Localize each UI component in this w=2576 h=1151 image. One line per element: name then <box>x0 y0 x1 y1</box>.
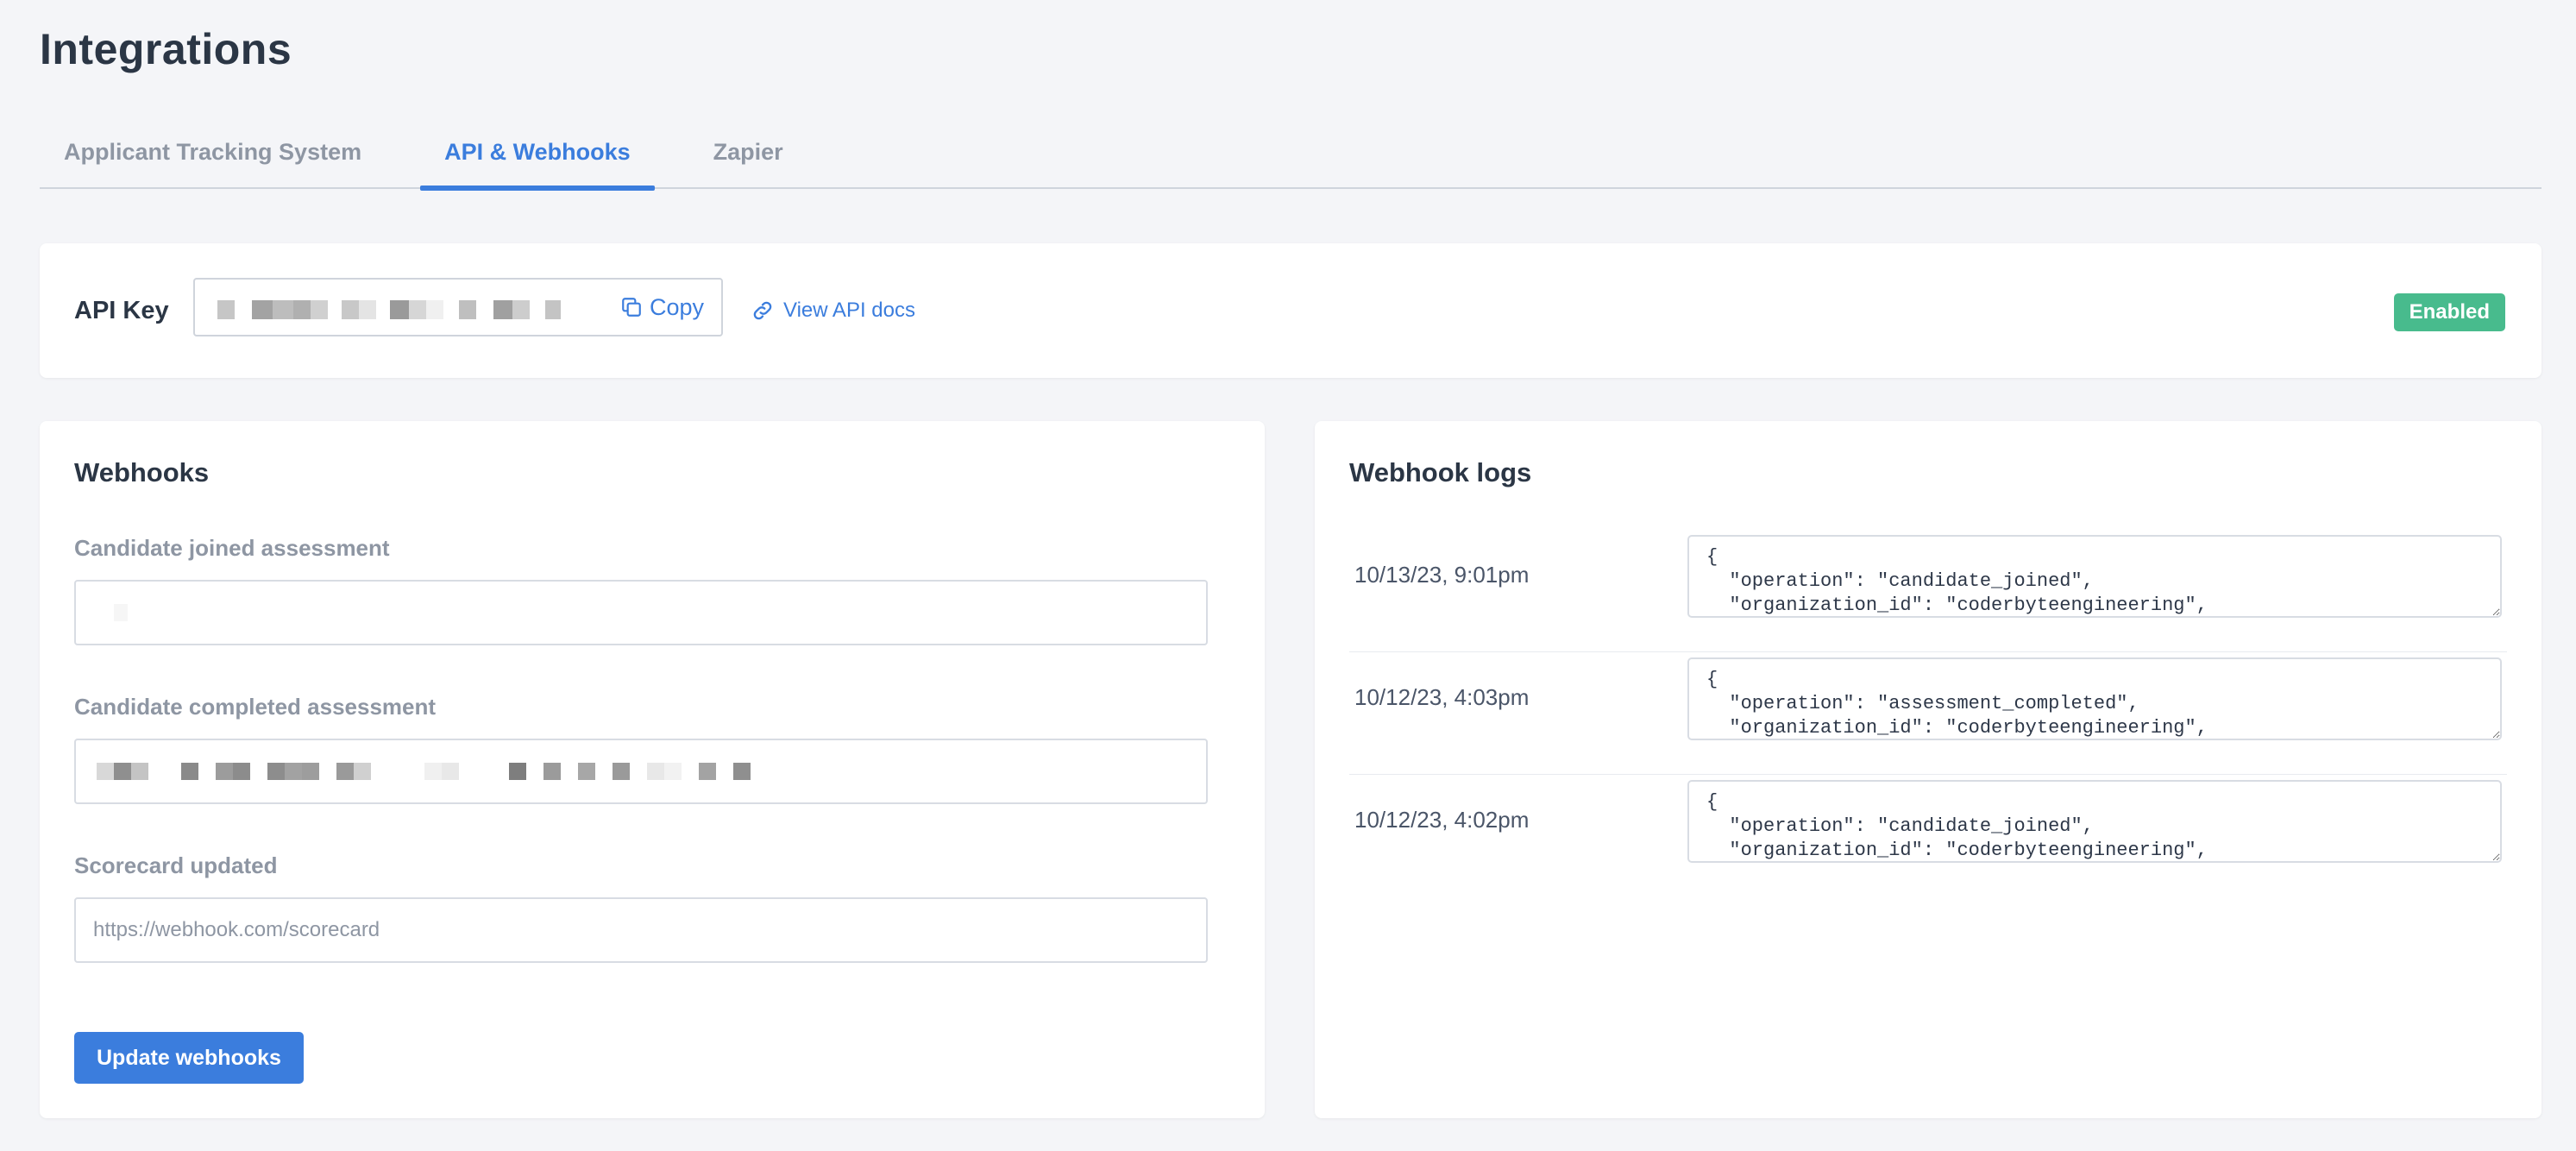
api-key-field[interactable]: Copy <box>193 278 723 336</box>
view-api-docs-label: View API docs <box>783 299 915 322</box>
webhook-logs-card: Webhook logs 10/13/23, 9:01pm { "operati… <box>1315 421 2541 1118</box>
log-row: 10/12/23, 4:03pm { "operation": "assessm… <box>1349 654 2507 775</box>
scorecard-updated-input[interactable] <box>74 897 1208 963</box>
webhooks-title: Webhooks <box>74 457 210 487</box>
view-api-docs-link[interactable]: View API docs <box>751 243 915 378</box>
log-payload[interactable]: { "operation": "candidate_joined", "orga… <box>1687 535 2502 618</box>
log-row: 10/12/23, 4:02pm { "operation": "candida… <box>1349 777 2507 897</box>
api-key-card: API Key Copy View API docs Enabled <box>40 243 2541 378</box>
copy-button[interactable]: Copy <box>620 280 704 335</box>
webhooks-card: Webhooks Candidate joined assessment Can… <box>40 421 1265 1118</box>
update-webhooks-button[interactable]: Update webhooks <box>74 1032 304 1084</box>
tab-bar: Applicant Tracking System API & Webhooks… <box>40 116 2541 191</box>
candidate-joined-label: Candidate joined assessment <box>74 535 390 561</box>
log-row: 10/13/23, 9:01pm { "operation": "candida… <box>1349 531 2507 652</box>
tab-api-webhooks[interactable]: API & Webhooks <box>420 116 655 191</box>
page-title: Integrations <box>40 25 292 73</box>
candidate-completed-input[interactable] <box>74 739 1208 804</box>
tab-zapier[interactable]: Zapier <box>689 116 807 189</box>
log-timestamp: 10/12/23, 4:03pm <box>1354 683 1530 710</box>
candidate-completed-label: Candidate completed assessment <box>74 694 437 720</box>
status-badge: Enabled <box>2393 293 2505 331</box>
log-payload[interactable]: { "operation": "assessment_completed", "… <box>1687 657 2502 740</box>
tab-applicant-tracking-system[interactable]: Applicant Tracking System <box>40 116 386 189</box>
log-timestamp: 10/13/23, 9:01pm <box>1354 561 1530 588</box>
candidate-joined-input[interactable] <box>74 580 1208 645</box>
copy-icon <box>622 298 641 317</box>
webhook-logs-title: Webhook logs <box>1349 457 1532 487</box>
api-key-label: API Key <box>74 296 169 324</box>
log-timestamp: 10/12/23, 4:02pm <box>1354 806 1530 833</box>
copy-button-label: Copy <box>649 293 704 320</box>
log-payload[interactable]: { "operation": "candidate_joined", "orga… <box>1687 780 2502 863</box>
scorecard-updated-label: Scorecard updated <box>74 852 278 878</box>
link-icon <box>753 301 772 320</box>
